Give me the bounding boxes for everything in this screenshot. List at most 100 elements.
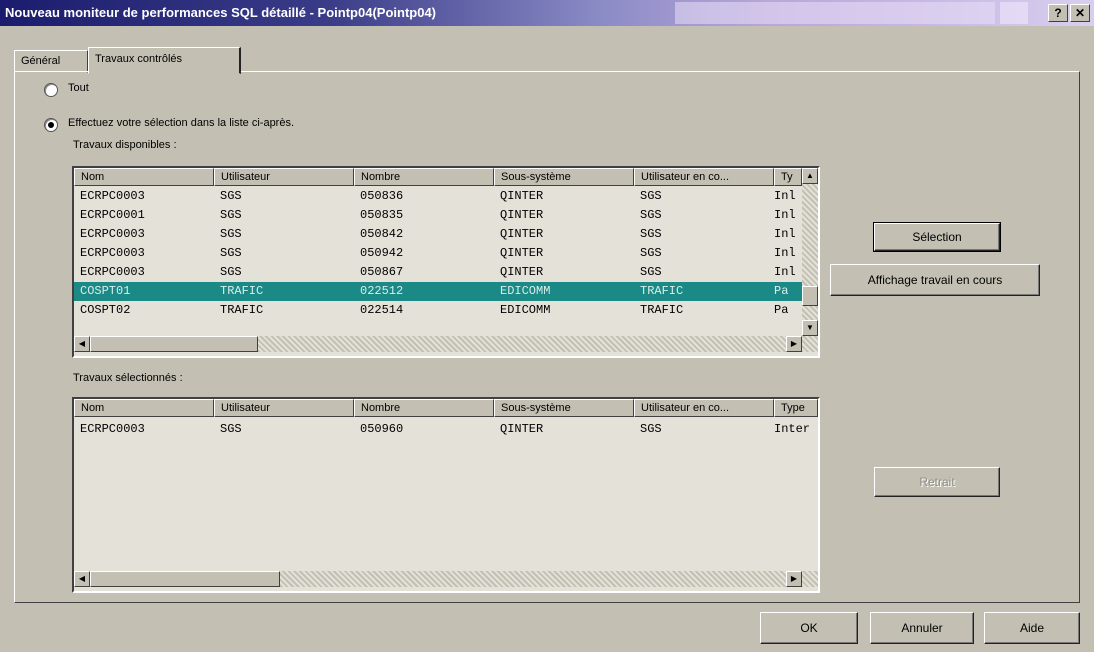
window-title: Nouveau moniteur de performances SQL dét…: [5, 5, 437, 20]
table-cell: EDICOMM: [500, 284, 551, 298]
remove-button-label: Retrait: [919, 475, 955, 489]
tab-general[interactable]: Général: [14, 50, 88, 73]
available-jobs-list[interactable]: Nom Utilisateur Nombre Sous-système Util…: [72, 166, 820, 358]
scroll-left-icon[interactable]: ◀: [74, 571, 90, 587]
scroll-thumb[interactable]: [802, 286, 818, 306]
radio-all[interactable]: [44, 83, 58, 97]
table-cell: QINTER: [500, 227, 544, 241]
table-cell: QINTER: [500, 265, 544, 279]
table-cell: SGS: [640, 246, 662, 260]
help-button-label: Aide: [1019, 621, 1045, 635]
table-cell: Inl: [774, 246, 796, 260]
scroll-right-icon[interactable]: ▶: [786, 336, 802, 352]
title-bar-decoration: [675, 2, 995, 24]
column-header-type[interactable]: Ty: [774, 168, 802, 186]
title-bar[interactable]: Nouveau moniteur de performances SQL dét…: [0, 0, 1094, 26]
column-header-subsystem[interactable]: Sous-système: [494, 168, 634, 186]
table-cell: 022512: [360, 284, 404, 298]
table-row[interactable]: ECRPC0003 SGS 050960 QINTER SGS Inter: [74, 420, 818, 439]
table-cell: 050867: [360, 265, 404, 279]
table-row[interactable]: ECRPC0003 SGS 050842 QINTER SGS Inl: [74, 225, 802, 244]
column-header-subsystem[interactable]: Sous-système: [494, 399, 634, 417]
table-cell: EDICOMM: [500, 303, 551, 317]
column-header-current-user[interactable]: Utilisateur en co...: [634, 168, 774, 186]
table-cell: ECRPC0003: [80, 246, 145, 260]
radio-dot-icon: [48, 122, 54, 128]
scroll-thumb[interactable]: [90, 571, 280, 587]
table-cell: SGS: [220, 189, 242, 203]
scroll-right-icon[interactable]: ▶: [786, 571, 802, 587]
table-cell: Inl: [774, 189, 796, 203]
table-row[interactable]: ECRPC0003 SGS 050867 QINTER SGS Inl: [74, 263, 802, 282]
help-button[interactable]: Aide: [984, 612, 1080, 644]
table-cell: ECRPC0003: [80, 227, 145, 241]
table-cell: QINTER: [500, 208, 544, 222]
table-cell: QINTER: [500, 422, 544, 436]
show-current-job-button[interactable]: Affichage travail en cours: [830, 264, 1040, 296]
table-cell: TRAFIC: [640, 303, 684, 317]
close-icon[interactable]: ✕: [1070, 4, 1090, 22]
table-cell: SGS: [220, 227, 242, 241]
tab-monitored-jobs[interactable]: Travaux contrôlés: [88, 47, 241, 74]
column-header-number[interactable]: Nombre: [354, 399, 494, 417]
table-cell: 050836: [360, 189, 404, 203]
table-cell: Inter: [774, 422, 811, 436]
available-vertical-scrollbar[interactable]: ▲ ▼: [802, 168, 818, 336]
table-row[interactable]: ECRPC0001 SGS 050835 QINTER SGS Inl: [74, 206, 802, 225]
table-cell: ECRPC0003: [80, 189, 145, 203]
column-header-number[interactable]: Nombre: [354, 168, 494, 186]
selected-jobs-label: Travaux sélectionnés :: [73, 372, 183, 384]
table-cell: 050942: [360, 246, 404, 260]
column-header-type[interactable]: Type: [774, 399, 818, 417]
table-cell: SGS: [640, 422, 662, 436]
table-cell: SGS: [640, 189, 662, 203]
table-cell: TRAFIC: [640, 284, 684, 298]
table-cell: Pa: [774, 303, 789, 317]
table-cell: Inl: [774, 208, 796, 222]
available-horizontal-scrollbar[interactable]: ◀ ▶: [74, 336, 818, 352]
selection-button-label: Sélection: [912, 230, 962, 244]
table-cell: QINTER: [500, 246, 544, 260]
title-bar-decoration-2: [1000, 2, 1028, 24]
table-cell: SGS: [640, 208, 662, 222]
selected-jobs-list[interactable]: Nom Utilisateur Nombre Sous-système Util…: [72, 397, 820, 593]
ok-button[interactable]: OK: [760, 612, 858, 644]
table-cell: SGS: [640, 265, 662, 279]
table-cell: SGS: [220, 422, 242, 436]
table-cell: COSPT02: [80, 303, 131, 317]
scroll-thumb[interactable]: [90, 336, 258, 352]
ok-button-label: OK: [800, 621, 818, 635]
selection-button[interactable]: Sélection: [873, 222, 1001, 252]
table-row[interactable]: COSPT02 TRAFIC 022514 EDICOMM TRAFIC Pa: [74, 301, 802, 320]
table-cell: SGS: [220, 208, 242, 222]
selected-horizontal-scrollbar[interactable]: ◀ ▶: [74, 571, 818, 587]
remove-button[interactable]: Retrait: [874, 467, 1000, 497]
table-cell: TRAFIC: [220, 284, 264, 298]
table-cell: 050960: [360, 422, 404, 436]
table-cell: QINTER: [500, 189, 544, 203]
column-header-name[interactable]: Nom: [74, 399, 214, 417]
table-cell: SGS: [220, 265, 242, 279]
radio-all-label[interactable]: Tout: [68, 82, 89, 94]
table-row[interactable]: ECRPC0003 SGS 050836 QINTER SGS Inl: [74, 187, 802, 206]
table-cell: 022514: [360, 303, 404, 317]
table-row[interactable]: ECRPC0003 SGS 050942 QINTER SGS Inl: [74, 244, 802, 263]
column-header-name[interactable]: Nom: [74, 168, 214, 186]
scroll-up-icon[interactable]: ▲: [802, 168, 818, 184]
table-cell: TRAFIC: [220, 303, 264, 317]
cancel-button-label: Annuler: [901, 621, 943, 635]
cancel-button[interactable]: Annuler: [870, 612, 974, 644]
radio-select-from-list[interactable]: [44, 118, 58, 132]
help-icon[interactable]: ?: [1048, 4, 1068, 22]
column-header-user[interactable]: Utilisateur: [214, 168, 354, 186]
column-header-user[interactable]: Utilisateur: [214, 399, 354, 417]
table-cell: Pa: [774, 284, 789, 298]
dialog-window: Nouveau moniteur de performances SQL dét…: [0, 0, 1094, 652]
table-cell: ECRPC0003: [80, 265, 145, 279]
radio-select-label[interactable]: Effectuez votre sélection dans la liste …: [68, 117, 294, 129]
scroll-left-icon[interactable]: ◀: [74, 336, 90, 352]
column-header-current-user[interactable]: Utilisateur en co...: [634, 399, 774, 417]
table-cell: 050842: [360, 227, 404, 241]
table-row[interactable]: COSPT01 TRAFIC 022512 EDICOMM TRAFIC Pa: [74, 282, 802, 301]
scroll-down-icon[interactable]: ▼: [802, 320, 818, 336]
